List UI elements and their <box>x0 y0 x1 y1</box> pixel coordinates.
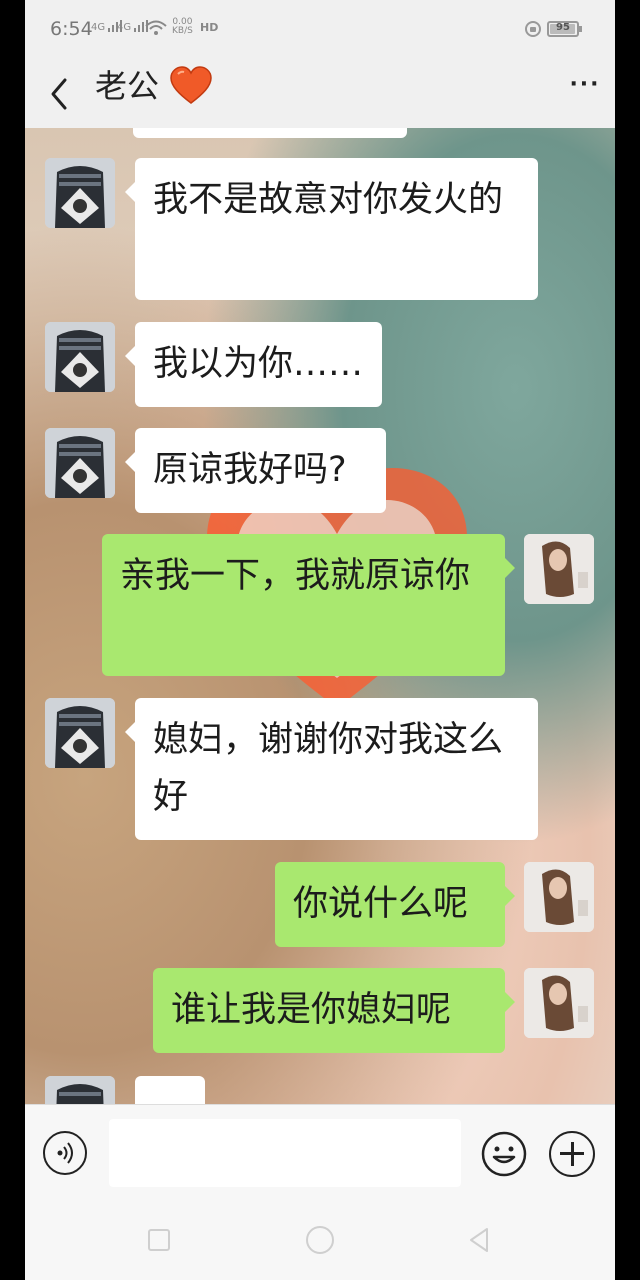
contact-avatar-image <box>45 698 115 768</box>
signal-icon-2: 4G <box>117 20 149 33</box>
contact-avatar-image <box>45 158 115 228</box>
input-bar <box>25 1104 615 1201</box>
heart-icon <box>170 66 212 104</box>
partial-message-bubble <box>133 128 407 138</box>
my-avatar-image <box>524 862 594 932</box>
plus-icon[interactable] <box>549 1131 595 1177</box>
my-avatar[interactable] <box>524 968 594 1038</box>
partial-message-bubble <box>135 1076 205 1104</box>
message-bubble-incoming[interactable]: 我以为你…… <box>125 322 382 407</box>
message-text: 谁让我是你媳妇呢 <box>171 990 452 1030</box>
message-text: 亲我一下，我就原谅你 <box>120 556 471 596</box>
contact-avatar[interactable] <box>45 158 115 228</box>
lock-icon <box>525 21 541 37</box>
message-bubble-outgoing[interactable]: 亲我一下，我就原谅你 <box>102 534 515 676</box>
nav-recent-icon[interactable] <box>148 1229 170 1251</box>
message-input[interactable] <box>109 1119 461 1187</box>
my-avatar-image <box>524 968 594 1038</box>
signal-label-2: 4G <box>117 22 132 33</box>
status-bar: 6:54 4G 4G 0.00 KB/S HD 95 <box>25 0 615 60</box>
nav-home-icon[interactable] <box>306 1226 334 1254</box>
net-speed: 0.00 KB/S <box>172 18 193 36</box>
more-icon[interactable]: ··· <box>565 72 605 102</box>
battery-level: 95 <box>556 22 570 33</box>
wifi-icon <box>145 20 167 35</box>
message-bubble-incoming[interactable]: 原谅我好吗? <box>125 428 386 513</box>
contact-avatar[interactable] <box>45 698 115 768</box>
my-avatar-image <box>524 534 594 604</box>
contact-avatar[interactable] <box>45 428 115 498</box>
system-nav-bar <box>25 1200 615 1280</box>
left-border <box>0 0 25 1280</box>
message-bubble-incoming[interactable]: 我不是故意对你发火的 <box>125 158 538 300</box>
message-text: 原谅我好吗? <box>153 450 347 490</box>
battery-icon: 95 <box>547 21 582 37</box>
right-border <box>615 0 640 1280</box>
message-text: 媳妇，谢谢你对我这么好 <box>153 720 504 817</box>
signal-label-1: 4G <box>91 22 106 33</box>
contact-avatar[interactable] <box>45 322 115 392</box>
chat-area[interactable]: 我不是故意对你发火的 我以为你…… 原谅我好吗? 亲我一下，我就原谅你 媳妇，谢… <box>25 128 615 1104</box>
message-text: 你说什么呢 <box>293 884 469 924</box>
message-bubble-outgoing[interactable]: 你说什么呢 <box>275 862 515 947</box>
message-bubble-incoming[interactable]: 媳妇，谢谢你对我这么好 <box>125 698 538 840</box>
contact-avatar-image <box>45 322 115 392</box>
nav-back-icon[interactable] <box>465 1226 493 1254</box>
net-speed-unit: KB/S <box>172 26 193 36</box>
message-text: 我以为你…… <box>153 344 364 384</box>
message-bubble-outgoing[interactable]: 谁让我是你媳妇呢 <box>153 968 515 1053</box>
hd-icon: HD <box>200 21 219 34</box>
contact-name[interactable]: 老公 <box>95 64 159 108</box>
my-avatar[interactable] <box>524 534 594 604</box>
back-icon[interactable] <box>45 70 75 118</box>
chat-header: 老公 ··· <box>25 60 615 128</box>
contact-avatar-image <box>45 1076 115 1104</box>
voice-icon[interactable] <box>43 1131 87 1175</box>
message-text: 我不是故意对你发火的 <box>153 180 504 220</box>
phone-screen: 6:54 4G 4G 0.00 KB/S HD 95 老公 ··· 我不是故意对… <box>25 0 615 1280</box>
status-time: 6:54 <box>50 18 93 40</box>
emoji-icon[interactable] <box>481 1131 527 1177</box>
contact-avatar-image <box>45 428 115 498</box>
my-avatar[interactable] <box>524 862 594 932</box>
contact-avatar[interactable] <box>45 1076 115 1104</box>
